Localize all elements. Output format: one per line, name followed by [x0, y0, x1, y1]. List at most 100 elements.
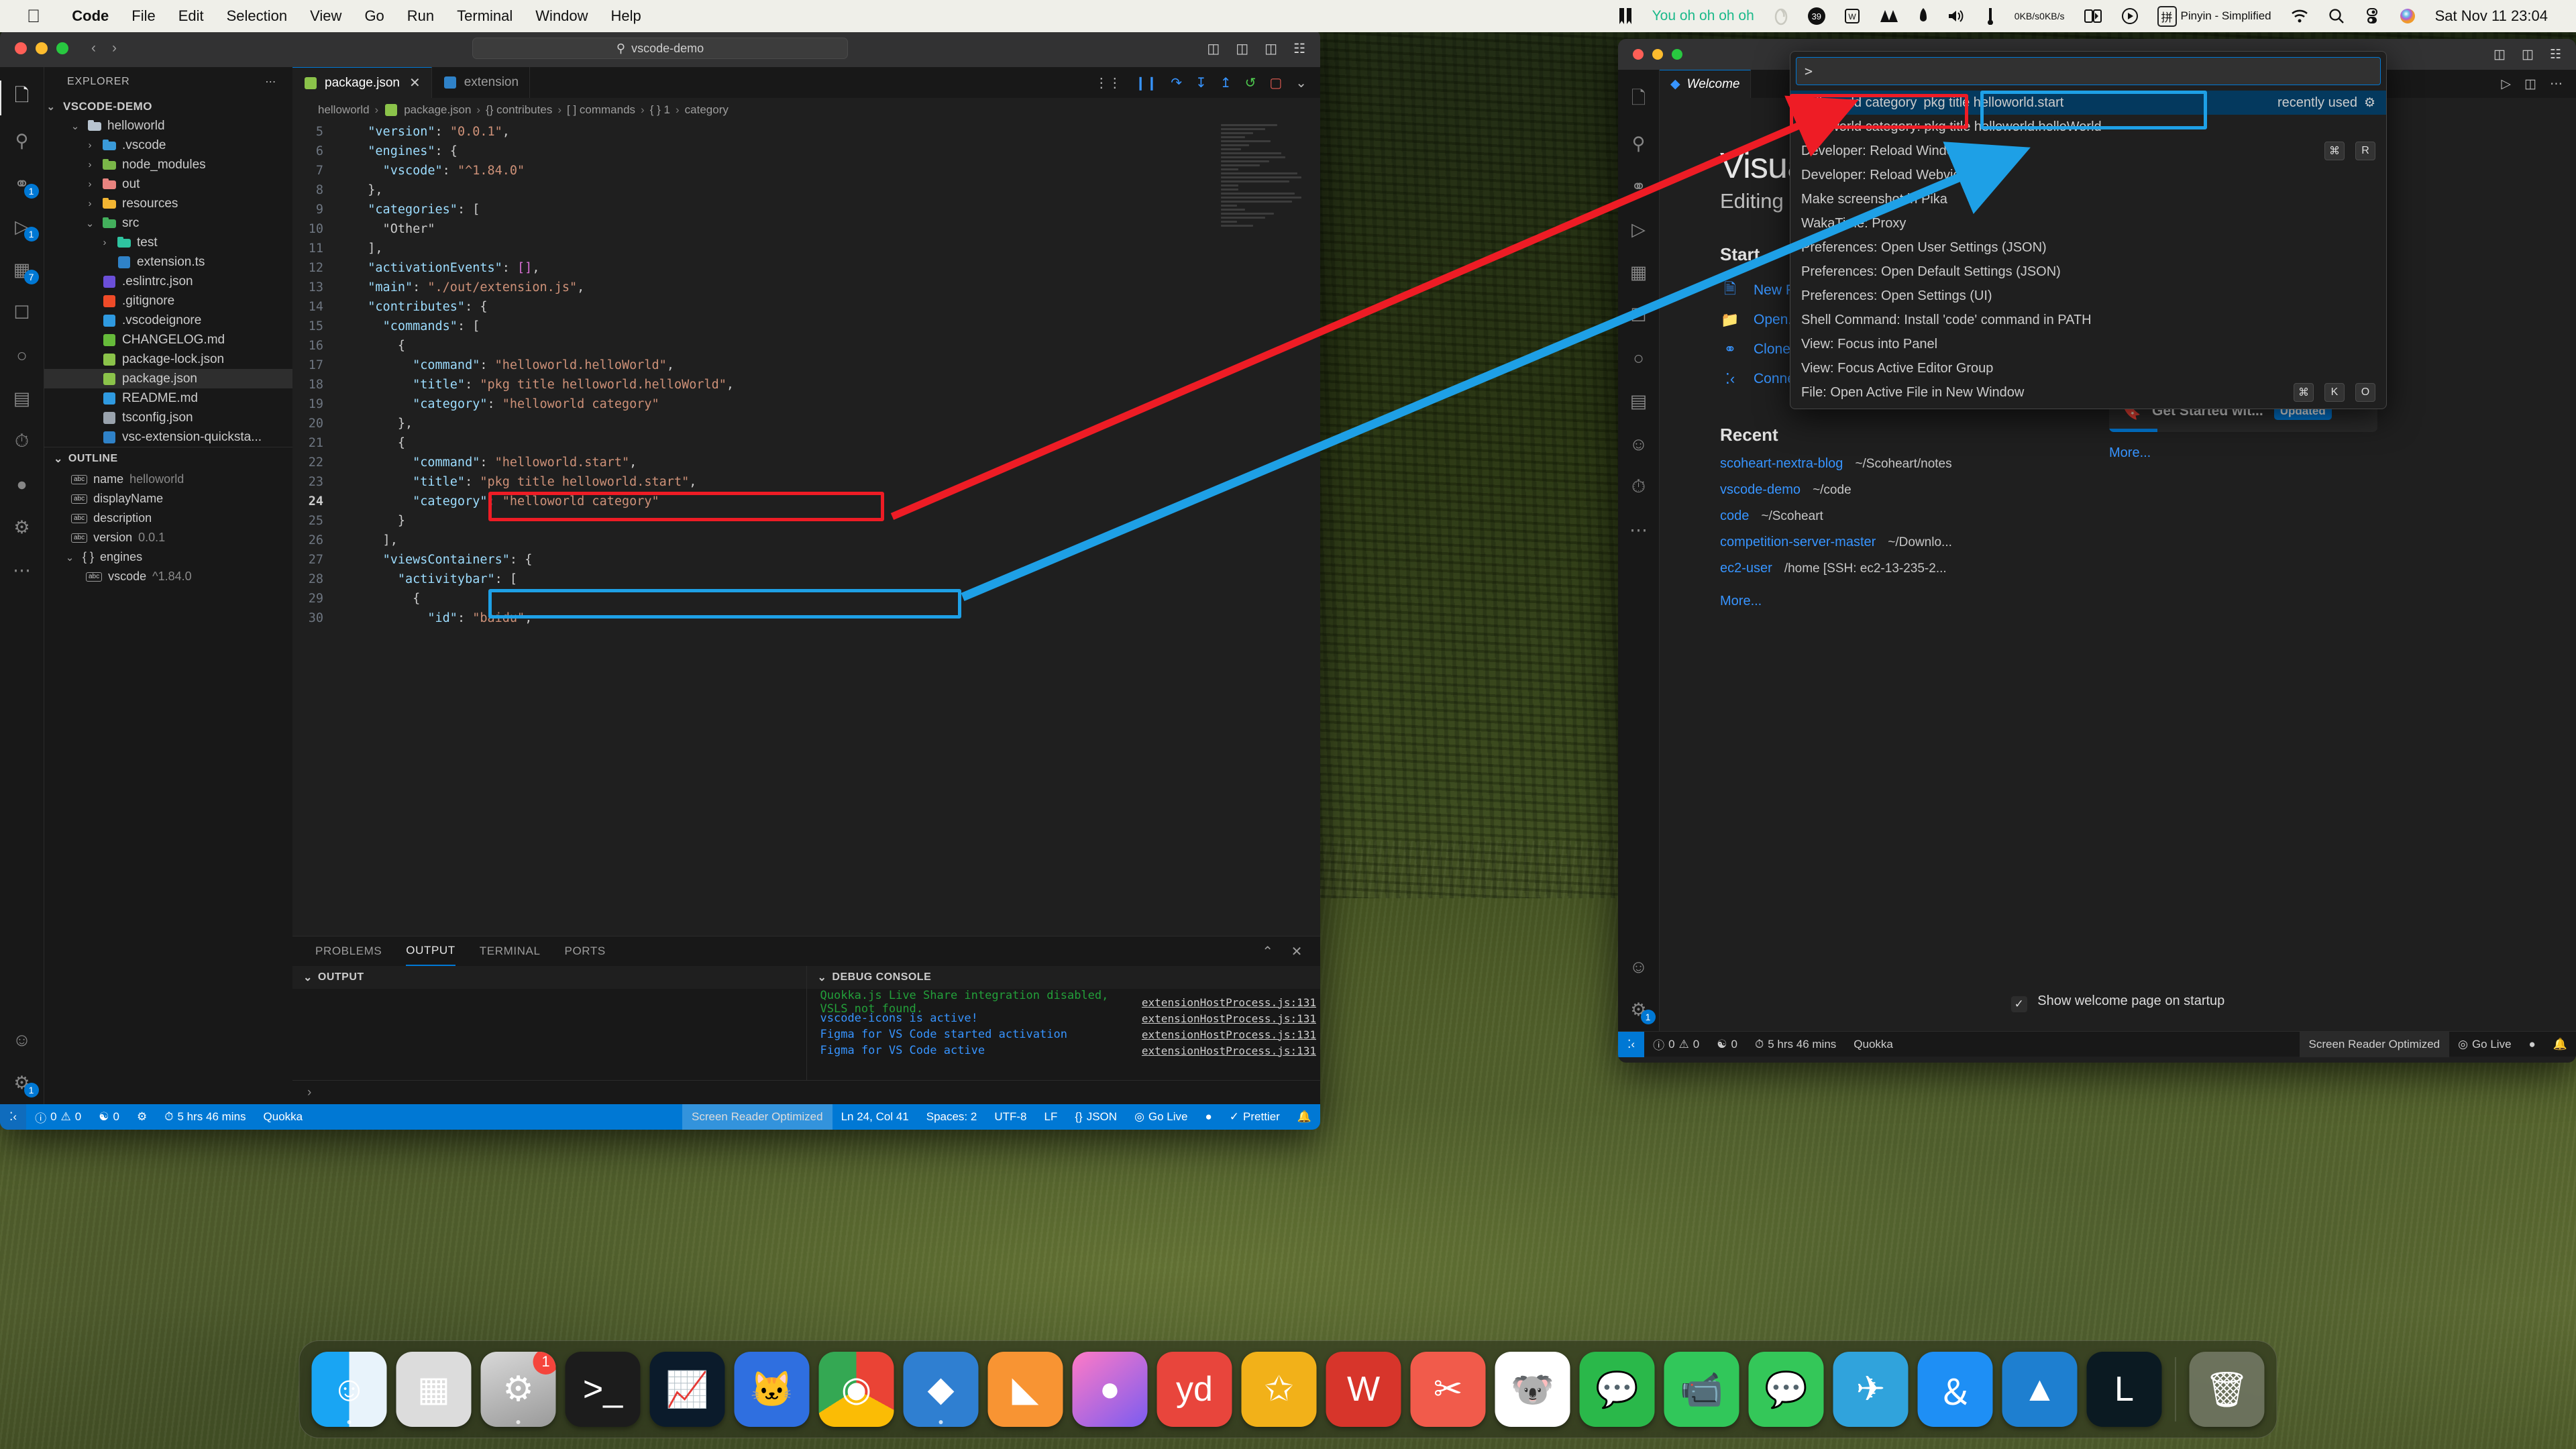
activitybar-accounts[interactable]: ☺	[0, 1018, 44, 1061]
panel-tab-terminal[interactable]: TERMINAL	[480, 945, 541, 958]
more-actions-icon[interactable]: ⋯	[265, 75, 276, 89]
breadcrumb-item-3[interactable]: [ ] commands	[567, 103, 635, 117]
dock-item-sourcetree[interactable]: ▲	[2002, 1352, 2078, 1427]
welcome-recent-item[interactable]: ec2-user/home [SSH: ec2-13-235-2...	[1720, 561, 2069, 587]
debug-step-over-icon[interactable]: ↷	[1171, 74, 1182, 91]
volume-icon[interactable]	[1938, 8, 1976, 24]
apple-menu-icon[interactable]: 	[27, 7, 40, 25]
dock-item-messages[interactable]: 💬	[1748, 1352, 1824, 1427]
code-line[interactable]: 10 "Other"	[292, 219, 1320, 239]
code-line[interactable]: 9 "categories": [	[292, 200, 1320, 219]
status-wakatime[interactable]: ⏱ 5 hrs 46 mins	[156, 1110, 254, 1124]
dock-item-finder[interactable]: ☺	[311, 1352, 387, 1427]
explorer-item[interactable]: ⌄ helloworld	[44, 116, 292, 136]
menu-item-edit[interactable]: Edit	[167, 7, 215, 25]
menu-item-go[interactable]: Go	[353, 7, 395, 25]
menu-item-file[interactable]: File	[120, 7, 166, 25]
explorer-item[interactable]: .gitignore	[44, 291, 292, 311]
debug-console-pane[interactable]: ⌄ DEBUG CONSOLE Quokka.js Live Share int…	[806, 966, 1321, 1080]
explorer-item[interactable]: vsc-extension-quicksta...	[44, 427, 292, 447]
minimize-window-button[interactable]	[36, 42, 48, 54]
output-pane-body[interactable]	[292, 989, 806, 1080]
window2-status-bar[interactable]: ⁚‹ ⓘ 0 ⚠ 0 ☯ 0 ⏱ 5 hrs 46 mins Quokka Sc…	[1618, 1031, 2576, 1057]
dock-item-snipaste[interactable]: ✂	[1410, 1352, 1486, 1427]
explorer-item[interactable]: package-lock.json	[44, 350, 292, 369]
explorer-item[interactable]: CHANGELOG.md	[44, 330, 292, 350]
code-line[interactable]: 12 "activationEvents": [],	[292, 258, 1320, 278]
status-wakatime[interactable]: ⏱ 5 hrs 46 mins	[1746, 1038, 1845, 1051]
customize-layout-icon[interactable]: ☷	[2550, 47, 2561, 62]
code-line[interactable]: 5 "version": "0.0.1",	[292, 122, 1320, 142]
outline-item[interactable]: ⌄ { } engines	[44, 547, 292, 567]
breadcrumb-item-0[interactable]: helloworld	[318, 103, 370, 117]
outline-item[interactable]: abc version 0.0.1	[44, 528, 292, 547]
activitybar-timeline[interactable]: ⏱	[1618, 466, 1661, 508]
tab-package-json[interactable]: package.json ✕	[292, 67, 432, 98]
window1-nav-buttons[interactable]: ‹ ›	[68, 40, 117, 56]
status-problems[interactable]: ⓘ 0 ⚠ 0	[1644, 1036, 1708, 1053]
tab-extension-ts[interactable]: extension	[431, 67, 531, 98]
window2-traffic-lights[interactable]	[1618, 49, 1682, 60]
window1-titlebar[interactable]: ‹ › ⚲ vscode-demo ◫ ◫ ◫ ☷	[0, 30, 1320, 67]
menu-item-code[interactable]: Code	[60, 7, 120, 25]
dock-item-bob[interactable]: 🐱	[734, 1352, 810, 1427]
outline-section-header[interactable]: ⌄ OUTLINE	[44, 447, 292, 470]
activitybar-baidu[interactable]: ▤	[0, 377, 44, 420]
window2-layout-controls[interactable]: ◫ ◫ ☷	[2493, 47, 2561, 62]
command-palette-item[interactable]: Developer: Reload Window ⌘ R	[1790, 139, 2386, 163]
control-center-icon[interactable]	[2355, 7, 2390, 25]
siri-icon[interactable]	[2390, 7, 2426, 25]
command-palette-item[interactable]: File: Open Active File in New Window ⌘ K O	[1790, 380, 2386, 405]
output-pane[interactable]: ⌄ OUTPUT	[292, 966, 806, 1080]
status-radio-tower[interactable]: ☯ 0	[1708, 1038, 1746, 1051]
dock-item-eudic[interactable]: ✩	[1241, 1352, 1317, 1427]
status-language-mode[interactable]: {} JSON	[1066, 1110, 1126, 1124]
chevron-down-icon[interactable]: ⌄	[68, 120, 82, 132]
dock-item-sublime-text[interactable]: ◣	[987, 1352, 1063, 1427]
tab-welcome[interactable]: ◆ Welcome	[1660, 70, 1752, 98]
activitybar-accounts[interactable]: ☺	[1618, 945, 1661, 988]
debug-console-body[interactable]: Quokka.js Live Share integration disable…	[806, 989, 1321, 1080]
toggle-panel-bottom-icon[interactable]: ◫	[1236, 40, 1248, 57]
welcome-recent-more[interactable]: More...	[1720, 594, 2069, 609]
explorer-item[interactable]: package.json	[44, 369, 292, 388]
outline-item[interactable]: abc description	[44, 508, 292, 528]
menu-item-selection[interactable]: Selection	[215, 7, 299, 25]
activitybar-paw[interactable]: ●	[0, 463, 44, 506]
welcome-recent-item[interactable]: competition-server-master ~/Downlo...	[1720, 535, 2069, 561]
status-tabnine[interactable]: ●	[1197, 1110, 1221, 1124]
jianguoyun-icon[interactable]	[1764, 6, 1799, 26]
panel-tab-output[interactable]: OUTPUT	[406, 936, 455, 966]
breadcrumb-item-4[interactable]: { } 1	[650, 103, 670, 117]
command-palette-item[interactable]: helloworld category pkg title helloworld.…	[1790, 91, 2386, 115]
dock-item-wechat[interactable]: 💬	[1579, 1352, 1655, 1427]
code-line[interactable]: 16 {	[292, 336, 1320, 356]
network-speed-indicator[interactable]: 0KB/s 0KB/s	[2005, 11, 2074, 21]
window1-command-center[interactable]: ⚲ vscode-demo	[472, 38, 848, 59]
status-screen-reader[interactable]: Screen Reader Optimized	[2299, 1031, 2450, 1057]
command-palette-item[interactable]: Preferences: Open Settings (UI)	[1790, 284, 2386, 308]
debug-console-input[interactable]: ›	[292, 1080, 1320, 1104]
close-window-button[interactable]	[15, 42, 27, 54]
activitybar-search[interactable]: ⚲	[1618, 122, 1661, 165]
gear-icon[interactable]: ⚙	[2364, 95, 2375, 111]
chevron-right-icon[interactable]: ›	[83, 178, 97, 190]
code-line[interactable]: 8 },	[292, 180, 1320, 200]
more-actions-icon[interactable]: ⋯	[2550, 76, 2563, 92]
panel-tabs[interactable]: PROBLEMS OUTPUT TERMINAL PORTS ⌃ ✕	[292, 936, 1320, 966]
window1-layout-controls[interactable]: ◫ ◫ ◫ ☷	[1207, 40, 1305, 57]
recent-name[interactable]: ec2-user	[1720, 561, 1772, 576]
code-line[interactable]: 24 "category": "helloworld category"	[292, 492, 1320, 511]
explorer-item[interactable]: extension.ts	[44, 252, 292, 272]
debug-console-line[interactable]: Quokka.js Live Share integration disable…	[820, 989, 1321, 1016]
debug-source-link[interactable]: extensionHostProcess.js:131	[1142, 996, 1320, 1009]
activitybar-remote-explorer[interactable]: ☐	[0, 291, 44, 334]
status-cursor-position[interactable]: Ln 24, Col 41	[833, 1110, 918, 1124]
code-line[interactable]: 23 "title": "pkg title helloworld.start"…	[292, 472, 1320, 492]
explorer-item[interactable]: .vscodeignore	[44, 311, 292, 330]
recent-name[interactable]: vscode-demo	[1720, 482, 1801, 498]
status-go-live[interactable]: ◎ Go Live	[2449, 1038, 2520, 1051]
activitybar-run-and-debug[interactable]: ▷	[1618, 208, 1661, 251]
dock-item-visual-studio-code[interactable]: ◆	[903, 1352, 979, 1427]
code-line[interactable]: 6 "engines": {	[292, 142, 1320, 161]
